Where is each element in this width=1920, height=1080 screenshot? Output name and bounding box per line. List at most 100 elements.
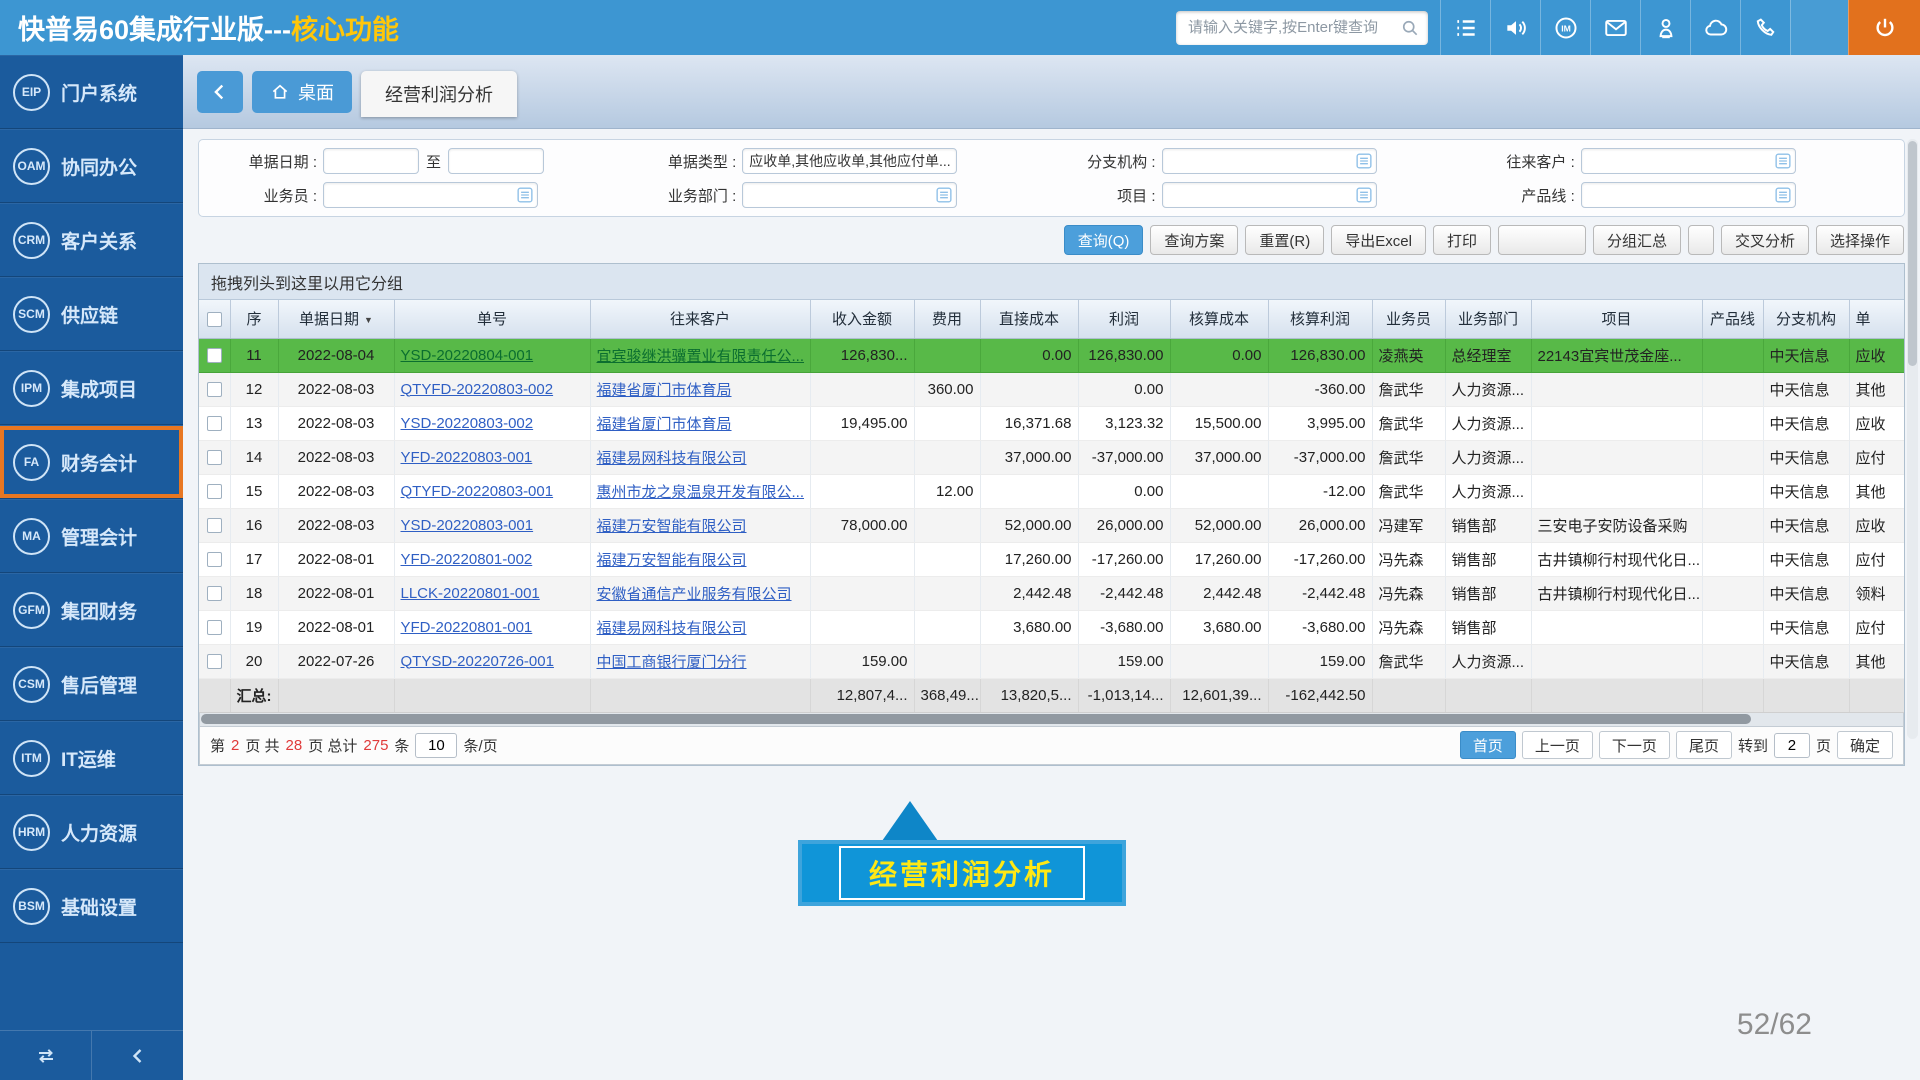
table-row-18[interactable]: 182022-08-01LLCK-20220801-001安徽省通信产业服务有限… <box>199 576 1904 610</box>
search-icon[interactable] <box>1400 18 1420 38</box>
picker-input[interactable] <box>1162 182 1377 208</box>
sidebar-item-hrm[interactable]: HRM人力资源 <box>0 795 183 869</box>
toolbar-button-重置(R)[interactable]: 重置(R) <box>1245 225 1324 255</box>
column-header-业务员[interactable]: 业务员 <box>1372 300 1445 338</box>
select-all-checkbox[interactable] <box>207 312 222 327</box>
customer-link[interactable]: 安徽省通信产业服务有限公司 <box>597 586 792 603</box>
column-header-核算利润[interactable]: 核算利润 <box>1268 300 1372 338</box>
sidebar-item-fa[interactable]: FA财务会计 <box>0 425 183 499</box>
column-header-产品线[interactable]: 产品线 <box>1702 300 1763 338</box>
date-to-input[interactable] <box>448 148 544 174</box>
column-header-单[interactable]: 单 <box>1849 300 1904 338</box>
column-header-序[interactable]: 序 <box>230 300 278 338</box>
column-header-业务部门[interactable]: 业务部门 <box>1445 300 1531 338</box>
doc-number-link[interactable]: YFD-20220801-002 <box>401 551 533 568</box>
next-page-button[interactable]: 下一页 <box>1599 731 1670 759</box>
table-row-12[interactable]: 122022-08-03QTYFD-20220803-002福建省厦门市体育局3… <box>199 372 1904 406</box>
toolbar-button-打印[interactable]: 打印 <box>1433 225 1491 255</box>
toolbar-button-查询方案[interactable]: 查询方案 <box>1150 225 1238 255</box>
picker-input[interactable] <box>742 182 957 208</box>
toolbar-button-分组汇总[interactable]: 分组汇总 <box>1593 225 1681 255</box>
customer-link[interactable]: 福建易网科技有限公司 <box>597 450 747 467</box>
table-row-19[interactable]: 192022-08-01YFD-20220801-001福建易网科技有限公司3,… <box>199 610 1904 644</box>
picker-input[interactable] <box>1581 182 1796 208</box>
column-header-往来客户[interactable]: 往来客户 <box>590 300 810 338</box>
sidebar-item-oam[interactable]: OAM协同办公 <box>0 129 183 203</box>
horizontal-scrollbar[interactable] <box>199 713 1904 727</box>
doc-number-link[interactable]: LLCK-20220801-001 <box>401 585 540 602</box>
list-picker-icon[interactable] <box>936 187 952 203</box>
customer-link[interactable]: 福建万安智能有限公司 <box>597 518 747 535</box>
doc-number-link[interactable]: QTYFD-20220803-002 <box>401 381 554 398</box>
sidebar-item-ma[interactable]: MA管理会计 <box>0 499 183 573</box>
doc-number-link[interactable]: QTYFD-20220803-001 <box>401 483 554 500</box>
table-row-16[interactable]: 162022-08-03YSD-20220803-001福建万安智能有限公司78… <box>199 508 1904 542</box>
row-checkbox[interactable] <box>207 484 222 499</box>
table-row-11[interactable]: 112022-08-04YSD-20220804-001宜宾骏继洪骥置业有限责任… <box>199 338 1904 372</box>
column-header-单据日期[interactable]: 单据日期▼ <box>278 300 394 338</box>
row-checkbox[interactable] <box>207 382 222 397</box>
tab-desktop[interactable]: 桌面 <box>252 71 352 113</box>
picker-input[interactable] <box>1581 148 1796 174</box>
row-checkbox[interactable] <box>207 518 222 533</box>
toolbar-button-查询(Q)[interactable]: 查询(Q) <box>1064 225 1144 255</box>
picker-input[interactable] <box>323 182 538 208</box>
doc-number-link[interactable]: QTYSD-20220726-001 <box>401 653 554 670</box>
customer-link[interactable]: 福建易网科技有限公司 <box>597 620 747 637</box>
column-header-直接成本[interactable]: 直接成本 <box>980 300 1078 338</box>
select-all-header[interactable] <box>199 300 230 338</box>
prev-page-button[interactable]: 上一页 <box>1522 731 1593 759</box>
list-picker-icon[interactable] <box>1356 153 1372 169</box>
sidebar-item-scm[interactable]: SCM供应链 <box>0 277 183 351</box>
sidebar-item-itm[interactable]: ITMIT运维 <box>0 721 183 795</box>
sidebar-item-crm[interactable]: CRM客户关系 <box>0 203 183 277</box>
row-checkbox[interactable] <box>207 450 222 465</box>
doc-number-link[interactable]: YSD-20220803-001 <box>401 517 534 534</box>
doc-number-link[interactable]: YSD-20220803-002 <box>401 415 534 432</box>
column-header-利润[interactable]: 利润 <box>1078 300 1170 338</box>
row-checkbox[interactable] <box>207 654 222 669</box>
confirm-goto-button[interactable]: 确定 <box>1837 731 1893 759</box>
doc-number-link[interactable]: YSD-20220804-001 <box>401 347 534 364</box>
row-checkbox[interactable] <box>207 416 222 431</box>
column-header-单号[interactable]: 单号 <box>394 300 590 338</box>
row-checkbox[interactable] <box>207 552 222 567</box>
cloud-button[interactable] <box>1690 0 1740 55</box>
page-size-input[interactable] <box>415 733 457 758</box>
doc-number-link[interactable]: YFD-20220803-001 <box>401 449 533 466</box>
customer-link[interactable]: 惠州市龙之泉温泉开发有限公... <box>597 484 805 501</box>
table-row-14[interactable]: 142022-08-03YFD-20220803-001福建易网科技有限公司37… <box>199 440 1904 474</box>
list-picker-icon[interactable] <box>1356 187 1372 203</box>
sidebar-item-eip[interactable]: EIP门户系统 <box>0 55 183 129</box>
first-page-button[interactable]: 首页 <box>1460 731 1516 759</box>
sound-button[interactable] <box>1490 0 1540 55</box>
toolbar-button-导出Excel[interactable]: 导出Excel <box>1331 225 1426 255</box>
swap-icon[interactable] <box>0 1031 92 1080</box>
list-picker-icon[interactable] <box>1775 153 1791 169</box>
doc-number-link[interactable]: YFD-20220801-001 <box>401 619 533 636</box>
list-picker-icon[interactable] <box>517 187 533 203</box>
horizontal-scrollbar-thumb[interactable] <box>201 714 1751 724</box>
toolbar-button-选择操作[interactable]: 选择操作 <box>1816 225 1904 255</box>
table-row-20[interactable]: 202022-07-26QTYSD-20220726-001中国工商银行厦门分行… <box>199 644 1904 678</box>
mail-button[interactable] <box>1590 0 1640 55</box>
vertical-scrollbar[interactable] <box>1907 139 1918 739</box>
doc-type-input[interactable] <box>742 148 957 174</box>
list-picker-icon[interactable] <box>1775 187 1791 203</box>
toolbar-button-blank[interactable] <box>1498 225 1586 255</box>
customer-link[interactable]: 福建省厦门市体育局 <box>597 382 732 399</box>
goto-page-input[interactable] <box>1774 733 1810 758</box>
column-header-费用[interactable]: 费用 <box>914 300 980 338</box>
user-button[interactable] <box>1640 0 1690 55</box>
table-row-13[interactable]: 132022-08-03YSD-20220803-002福建省厦门市体育局19,… <box>199 406 1904 440</box>
customer-link[interactable]: 中国工商银行厦门分行 <box>597 654 747 671</box>
last-page-button[interactable]: 尾页 <box>1676 731 1732 759</box>
row-checkbox[interactable] <box>207 348 222 363</box>
search-input[interactable] <box>1186 18 1400 37</box>
sidebar-item-ipm[interactable]: IPM集成项目 <box>0 351 183 425</box>
group-by-bar[interactable]: 拖拽列头到这里以用它分组 <box>199 264 1904 300</box>
toolbar-button-blank[interactable] <box>1688 225 1714 255</box>
menu-button[interactable] <box>1440 0 1490 55</box>
column-header-分支机构[interactable]: 分支机构 <box>1763 300 1849 338</box>
customer-link[interactable]: 宜宾骏继洪骥置业有限责任公... <box>597 348 805 365</box>
